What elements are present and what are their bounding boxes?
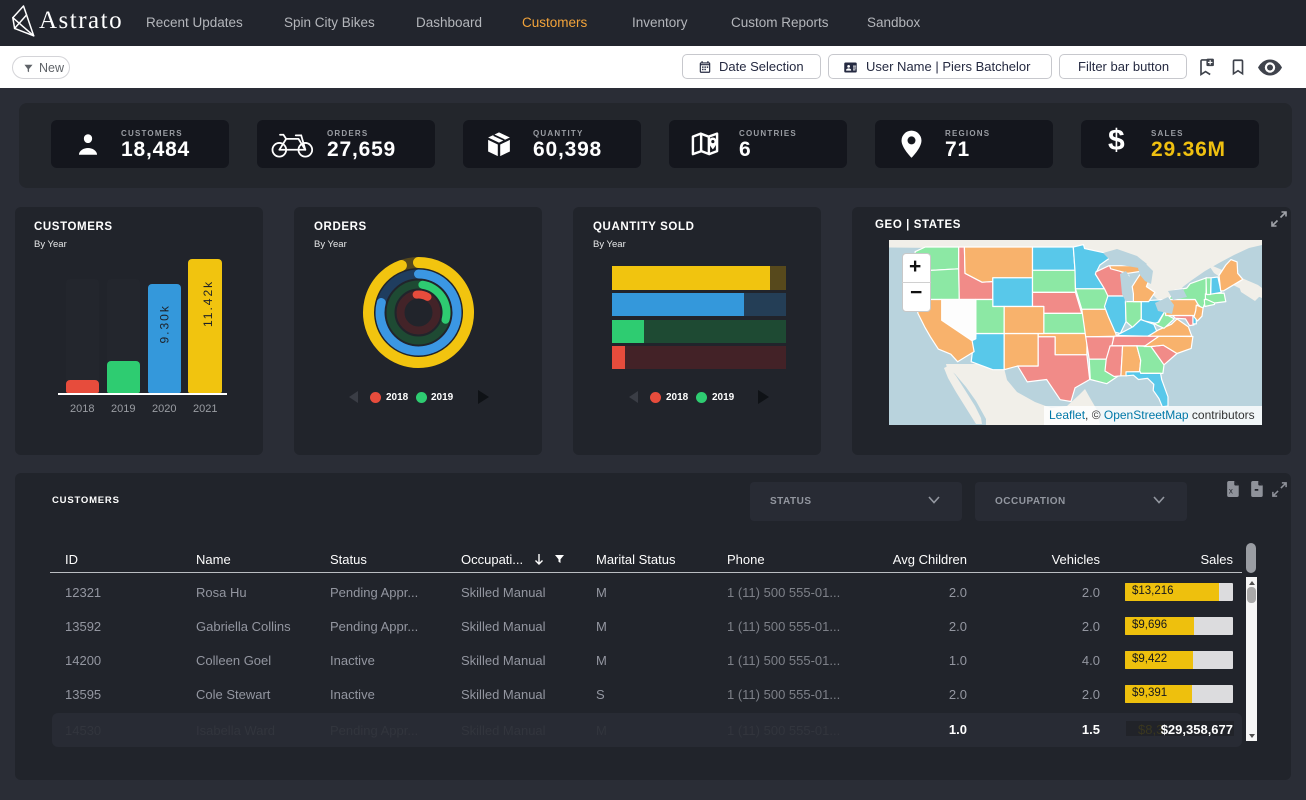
svg-text:x: x	[1229, 486, 1233, 495]
